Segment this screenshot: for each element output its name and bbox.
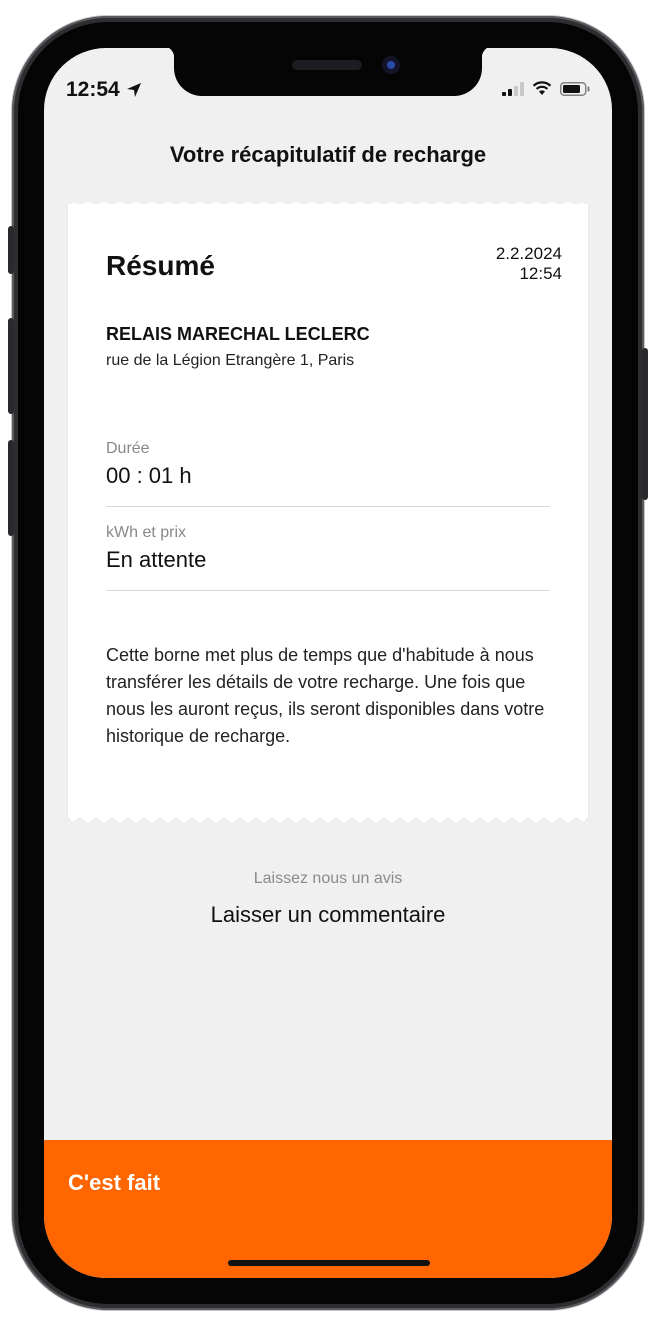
- summary-time: 12:54: [519, 264, 562, 283]
- home-indicator[interactable]: [228, 1260, 430, 1266]
- volume-down-button: [8, 440, 14, 536]
- review-label: Laissez nous un avis: [253, 870, 403, 887]
- divider: [106, 590, 550, 591]
- station-name: RELAIS MARECHAL LECLERC: [106, 324, 370, 344]
- summary-datetime: 2.2.2024 12:54: [496, 244, 562, 284]
- duration-label: Durée: [106, 440, 150, 457]
- kwh-price-label: kWh et prix: [106, 524, 187, 541]
- volume-up-button: [8, 318, 14, 414]
- front-camera: [382, 56, 400, 74]
- kwh-price-value: En attente: [106, 547, 207, 572]
- summary-title: Résumé: [106, 250, 215, 281]
- silent-switch: [8, 226, 14, 274]
- station-address: rue de la Légion Etrangère 1, Paris: [106, 352, 355, 369]
- status-bar-icons: [502, 81, 590, 96]
- pending-notice: Cette borne met plus de temps que d'habi…: [106, 645, 545, 746]
- cellular-signal-icon: [502, 81, 524, 96]
- notch: [162, 48, 494, 96]
- speaker-grille: [292, 60, 362, 70]
- done-button-label: C'est fait: [68, 1170, 161, 1195]
- status-bar-time: 12:54: [66, 78, 142, 102]
- charge-summary-card: Résumé 2.2.2024 12:54 RELAIS MARECHAL LE…: [68, 204, 588, 818]
- wifi-icon: [532, 81, 552, 95]
- summary-date: 2.2.2024: [495, 244, 562, 263]
- duration-value: 00 : 01 h: [106, 463, 192, 488]
- divider: [106, 506, 550, 507]
- screen: 12:54 Votre récapitulatif de recharge Ré…: [44, 48, 612, 1278]
- battery-icon: [560, 81, 590, 96]
- done-button[interactable]: C'est fait: [44, 1140, 612, 1278]
- location-arrow-icon: [126, 83, 141, 97]
- leave-comment-link[interactable]: Laisser un commentaire: [44, 902, 612, 928]
- page-title: Votre récapitulatif de recharge: [169, 142, 487, 167]
- power-button: [642, 348, 648, 500]
- status-time-text: 12:54: [66, 78, 120, 101]
- receipt-bottom-edge: [68, 816, 588, 822]
